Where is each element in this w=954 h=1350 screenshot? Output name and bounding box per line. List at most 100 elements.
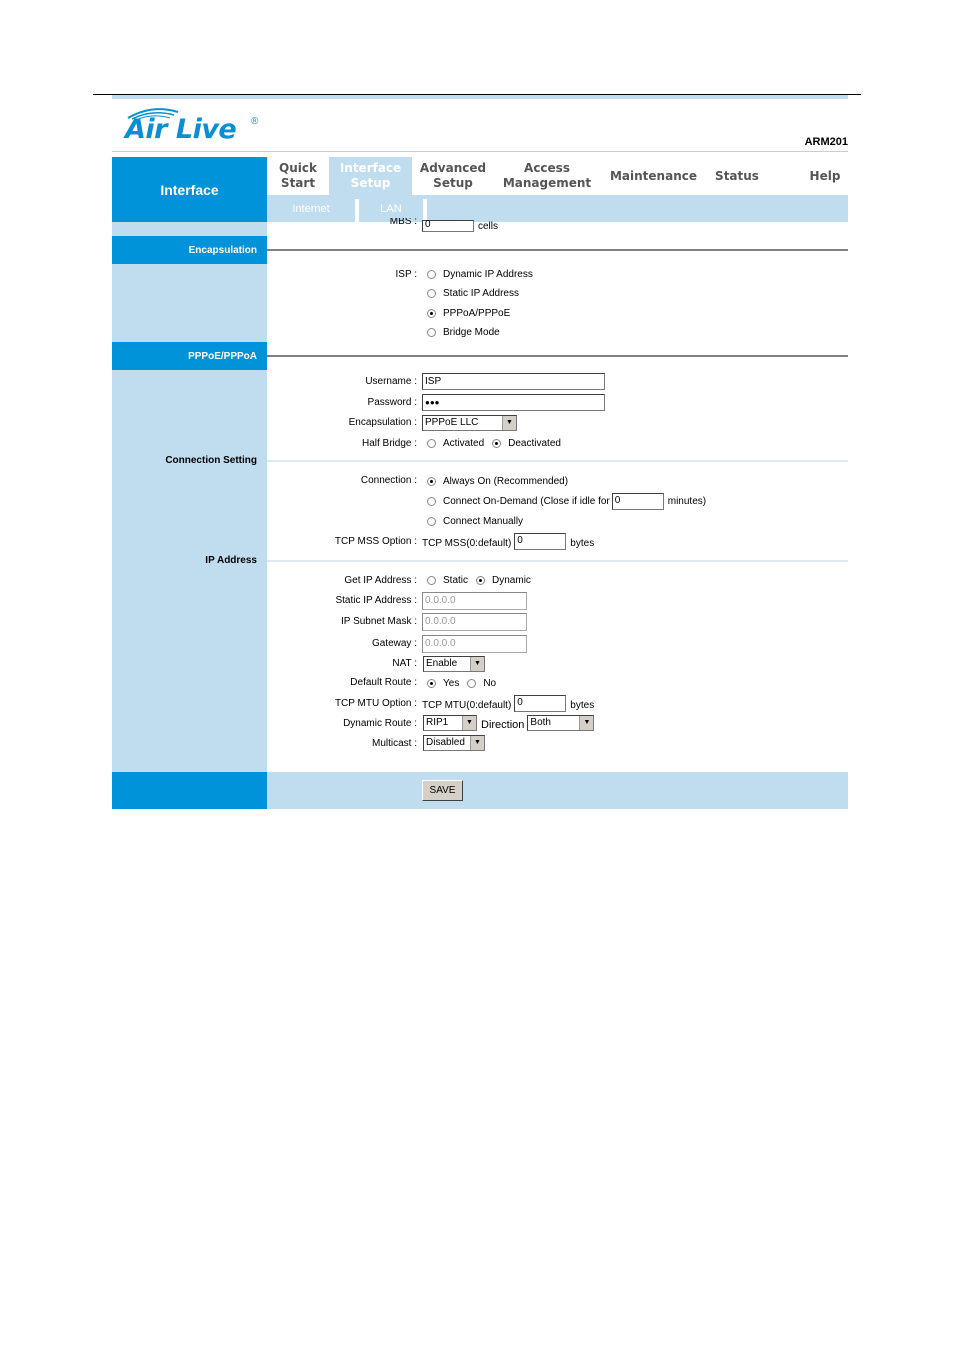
nav-advanced-setup[interactable]: Advanced Setup: [412, 157, 494, 195]
tcp-mtu-label: TCP MTU Option :: [334, 698, 417, 709]
get-ip-radio-dynamic[interactable]: [476, 576, 486, 585]
registered-mark: ®: [251, 116, 259, 127]
nav-quick-start[interactable]: Quick Start: [267, 157, 329, 195]
connection-manual[interactable]: Connect Manually: [427, 516, 523, 527]
encapsulation-select[interactable]: PPPoE LLC ▼: [422, 415, 517, 431]
isp-label: ISP :: [395, 269, 418, 280]
tcp-mtu-prefix: TCP MTU(0:default): [422, 700, 512, 711]
save-button[interactable]: SAVE: [422, 780, 463, 801]
isp-option-pppoe[interactable]: PPPoA/PPPoE: [427, 308, 510, 319]
nav-label-line2: Start: [280, 176, 316, 190]
mbs-input[interactable]: 0: [422, 220, 474, 232]
connection-label: Connection :: [360, 475, 417, 486]
isp-radio-pppoe[interactable]: [427, 309, 436, 318]
dynamic-route-row: RIP1 ▼ Direction Both ▼: [423, 715, 595, 731]
connection-radio-manual[interactable]: [427, 517, 436, 526]
tcp-mtu-row: TCP MTU(0:default) 0 bytes: [422, 695, 594, 712]
section-ip-address: IP Address: [205, 555, 257, 566]
default-route-option-label: Yes: [443, 678, 460, 689]
main-nav: Quick Start Interface Setup Advanced Setup …: [267, 157, 848, 195]
default-route-label: Default Route :: [350, 677, 417, 688]
static-ip-label: Static IP Address :: [335, 595, 417, 606]
isp-radio-static[interactable]: [427, 289, 436, 298]
get-ip-radio-static[interactable]: [427, 576, 436, 585]
gateway-input[interactable]: 0.0.0.0: [422, 635, 527, 653]
direction-select[interactable]: Both ▼: [527, 715, 595, 731]
direction-label: Direction: [481, 719, 525, 731]
connection-option-label: Connect Manually: [443, 516, 524, 527]
mbs-unit: cells: [478, 220, 499, 232]
username-input[interactable]: ISP: [422, 373, 605, 390]
default-route-radio-yes[interactable]: [427, 679, 436, 688]
isp-option-label: PPPoA/PPPoE: [443, 308, 511, 319]
connection-on-demand[interactable]: Connect On-Demand (Close if idle for 0 m…: [427, 493, 706, 510]
encapsulation-value: PPPoE LLC: [425, 417, 479, 428]
dynamic-route-select[interactable]: RIP1 ▼: [423, 715, 477, 731]
nav-maintenance[interactable]: Maintenance: [600, 157, 707, 195]
isp-option-label: Bridge Mode: [443, 327, 500, 338]
footer-left: [112, 772, 267, 809]
nav-label: Status: [715, 168, 759, 183]
model-name: ARM201: [804, 136, 848, 148]
connection-option-label: Always On (Recommended): [443, 476, 569, 487]
connection-radio-on-demand[interactable]: [427, 497, 436, 506]
isp-option-static[interactable]: Static IP Address: [427, 288, 519, 299]
chevron-down-icon: ▼: [470, 736, 484, 750]
connection-radio-always-on[interactable]: [427, 477, 436, 486]
connection-always-on[interactable]: Always On (Recommended): [427, 476, 568, 487]
nav-label-line2: Management: [502, 176, 592, 190]
mbs-row: 0 cells: [422, 220, 498, 232]
chevron-down-icon: ▼: [470, 657, 484, 671]
subsection-divider: [267, 460, 848, 462]
get-ip-options: Static Dynamic: [427, 575, 531, 586]
section-divider: [267, 355, 848, 357]
isp-option-bridge[interactable]: Bridge Mode: [427, 327, 500, 338]
header-strip: [112, 95, 848, 99]
section-pppoe: PPPoE/PPPoA: [112, 342, 267, 370]
password-label: Password :: [367, 397, 417, 408]
subsection-divider: [267, 560, 848, 562]
airlive-logo: Air Live ®: [122, 104, 267, 148]
subnet-mask-input[interactable]: 0.0.0.0: [422, 613, 527, 631]
mbs-label: MBS :: [389, 218, 417, 227]
half-bridge-option-label: Deactivated: [508, 438, 561, 449]
nav-label-line1: Advanced: [419, 161, 487, 175]
header-divider: [112, 151, 848, 152]
isp-option-label: Static IP Address: [443, 288, 519, 299]
static-ip-input[interactable]: 0.0.0.0: [422, 592, 527, 610]
get-ip-option-label: Static: [443, 575, 469, 586]
tcp-mtu-unit: bytes: [570, 700, 595, 711]
section-connection-setting: Connection Setting: [165, 455, 257, 466]
isp-option-dynamic[interactable]: Dynamic IP Address: [427, 269, 533, 280]
section-divider: [267, 249, 848, 251]
nav-label-line2: Setup: [350, 176, 391, 190]
tcp-mss-prefix: TCP MSS(0:default): [422, 538, 512, 549]
tcp-mss-label: TCP MSS Option :: [334, 536, 417, 547]
sidebar: [112, 222, 267, 772]
nat-row: Enable ▼: [423, 656, 485, 672]
idle-minutes-input[interactable]: 0: [611, 493, 664, 510]
tcp-mss-input[interactable]: 0: [514, 533, 567, 550]
default-route-options: Yes No: [427, 678, 496, 689]
nat-select[interactable]: Enable ▼: [423, 656, 485, 672]
chevron-down-icon: ▼: [462, 716, 476, 730]
subnav-separator: [423, 199, 427, 222]
default-route-radio-no[interactable]: [467, 679, 477, 688]
half-bridge-radio-activated[interactable]: [427, 439, 436, 448]
half-bridge-radio-deactivated[interactable]: [492, 439, 502, 448]
nav-interface-setup[interactable]: Interface Setup: [329, 157, 412, 195]
multicast-select[interactable]: Disabled ▼: [423, 735, 485, 751]
tcp-mtu-input[interactable]: 0: [514, 695, 567, 712]
get-ip-label: Get IP Address :: [344, 575, 417, 586]
isp-radio-dynamic[interactable]: [427, 270, 436, 279]
password-input[interactable]: ●●●: [422, 394, 605, 411]
nav-status[interactable]: Status: [707, 157, 767, 195]
gateway-row: 0.0.0.0: [422, 635, 527, 653]
get-ip-option-label: Dynamic: [492, 575, 531, 586]
nav-help[interactable]: Help: [792, 157, 858, 195]
footer-bar: [267, 772, 848, 809]
nav-access-management[interactable]: Access Management: [494, 157, 600, 195]
isp-radio-bridge[interactable]: [427, 328, 436, 337]
nav-label-line2: Setup: [433, 176, 473, 190]
tcp-mss-unit: bytes: [570, 538, 595, 549]
